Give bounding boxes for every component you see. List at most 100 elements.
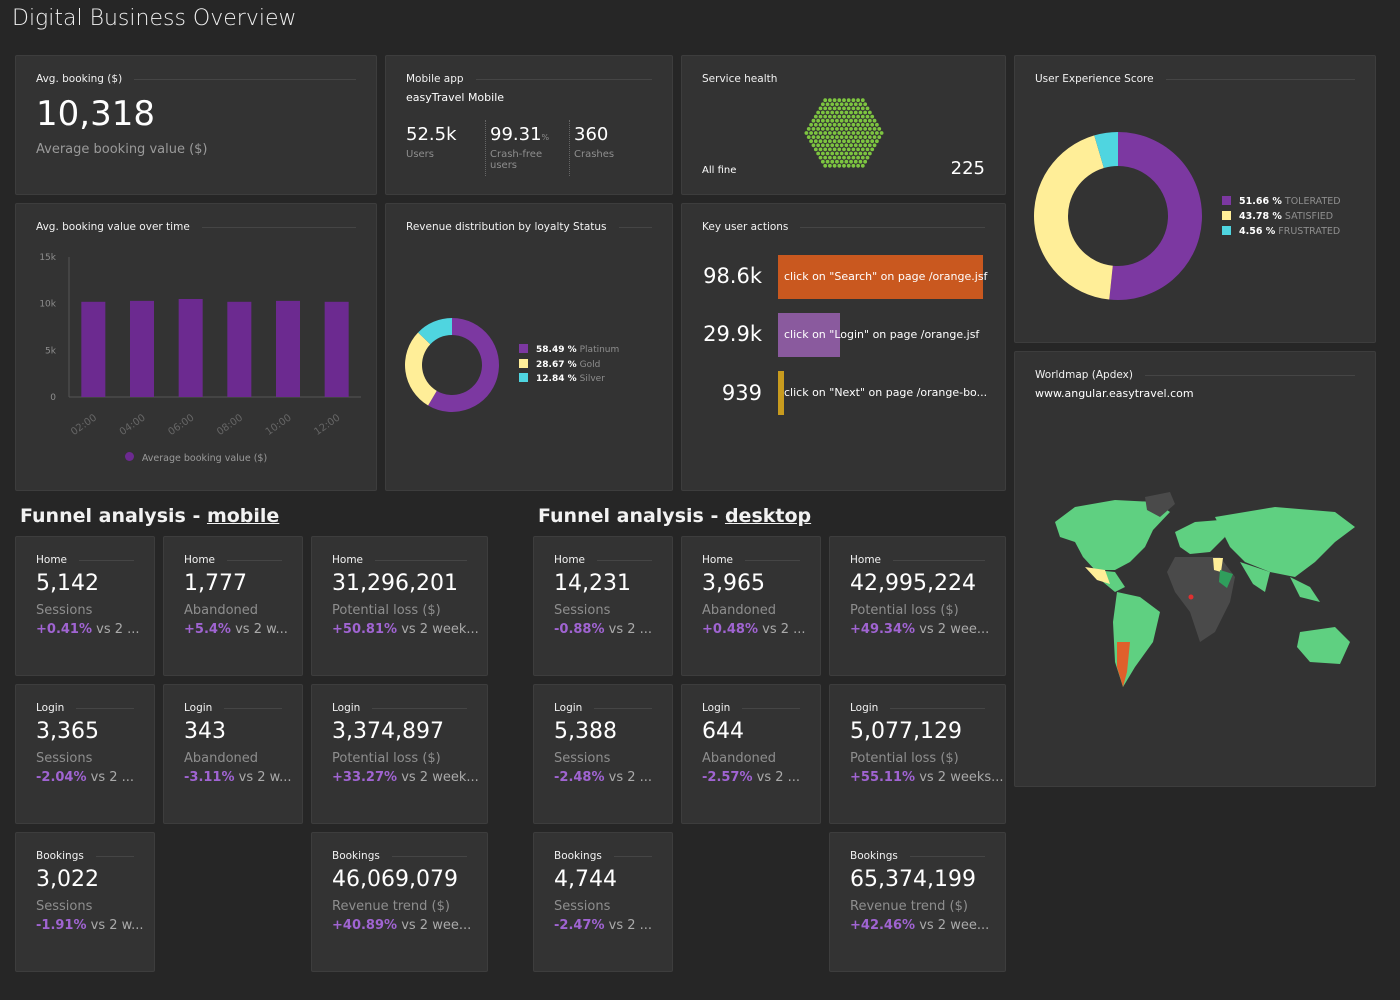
funnel-mobile-heading: Funnel analysis - mobile (20, 505, 280, 527)
users-label: Users (406, 149, 435, 160)
service-dot (844, 151, 849, 156)
service-dot (816, 118, 821, 123)
funnel-tile[interactable]: Login 5,077,129 Potential loss ($) +55.1… (829, 684, 1006, 824)
funnel-tile[interactable]: Home 42,995,224 Potential loss ($) +49.3… (829, 536, 1006, 676)
service-dot (870, 122, 875, 127)
service-dot (865, 131, 870, 135)
service-dot (846, 131, 851, 135)
service-dot (832, 106, 837, 111)
service-dot (804, 131, 809, 135)
funnel-value: 5,077,129 (850, 719, 962, 744)
service-dot (828, 98, 832, 103)
x-tick-label: 02:00 (69, 412, 99, 438)
service-dot (832, 122, 837, 127)
avg-booking-tile[interactable]: Avg. booking ($) 10,318 Average booking … (15, 55, 377, 195)
funnel-value: 644 (702, 719, 744, 744)
service-dot (823, 106, 828, 111)
key-action-search[interactable]: click on "Search" on page /orange.jsf (778, 255, 987, 299)
service-dot (863, 127, 868, 131)
funnel-label: Revenue trend ($) (850, 899, 968, 914)
funnel-tile[interactable]: Bookings 46,069,079 Revenue trend ($) +4… (311, 832, 488, 972)
funnel-tile[interactable]: Login 3,374,897 Potential loss ($) +33.2… (311, 684, 488, 824)
service-dot (825, 135, 830, 139)
service-dot (860, 114, 865, 119)
funnel-step: Home (332, 554, 364, 566)
service-dot (851, 147, 856, 152)
service-dot (858, 159, 863, 164)
funnel-tile[interactable]: Login 5,388 Sessions -2.48% vs 2 ... (533, 684, 673, 824)
service-dot (835, 159, 839, 164)
bar (227, 301, 252, 397)
funnel-mobile-link[interactable]: mobile (207, 505, 279, 527)
x-tick-label: 06:00 (166, 412, 196, 438)
service-dot (860, 163, 865, 168)
legend-item: 58.49 % Platinum (519, 343, 619, 358)
service-dot (879, 131, 884, 135)
funnel-tile[interactable]: Login 644 Abandoned -2.57% vs 2 ... (681, 684, 821, 824)
service-dot (860, 131, 865, 135)
funnel-tile[interactable]: Bookings 65,374,199 Revenue trend ($) +4… (829, 832, 1006, 972)
funnel-step: Bookings (850, 850, 898, 862)
service-dot (825, 151, 830, 156)
ux-score-tile[interactable]: User Experience Score 51.66 % TOLERATED 4… (1014, 55, 1376, 343)
key-user-actions-tile[interactable]: Key user actions 98.6k click on "Search"… (681, 203, 1006, 491)
world-map[interactable] (1035, 492, 1365, 702)
funnel-tile[interactable]: Home 3,965 Abandoned +0.48% vs 2 ... (681, 536, 821, 676)
service-dot (806, 135, 811, 139)
funnel-tile[interactable]: Home 31,296,201 Potential loss ($) +50.8… (311, 536, 488, 676)
service-dot (828, 131, 832, 135)
funnel-desktop-link[interactable]: desktop (725, 505, 811, 527)
funnel-tile[interactable]: Home 5,142 Sessions +0.41% vs 2 ... (15, 536, 155, 676)
funnel-value: 14,231 (554, 571, 631, 596)
service-dot (844, 127, 849, 131)
funnel-tile[interactable]: Bookings 4,744 Sessions -2.47% vs 2 ... (533, 832, 673, 972)
service-dot (820, 110, 825, 115)
service-dot (828, 122, 832, 127)
service-dot (842, 163, 846, 168)
service-dot (837, 106, 842, 111)
service-dot (823, 122, 828, 127)
funnel-tile[interactable]: Login 343 Abandoned -3.11% vs 2 w... (163, 684, 303, 824)
funnel-change: -3.11% vs 2 w... (184, 770, 292, 785)
service-dot (809, 139, 813, 144)
service-dot (851, 106, 856, 111)
revenue-distribution-tile[interactable]: Revenue distribution by loyalty Status 5… (385, 203, 673, 491)
mobile-app-tile[interactable]: Mobile app easyTravel Mobile 52.5k Users… (385, 55, 673, 195)
booking-chart-tile[interactable]: Avg. booking value over time 0 5k 10k 15k 02… (15, 203, 377, 491)
worldmap-tile[interactable]: Worldmap (Apdex) www.angular.easytravel.… (1014, 351, 1376, 787)
avg-booking-label: Average booking value ($) (36, 142, 208, 157)
service-dot (823, 131, 828, 135)
service-dot (837, 122, 842, 127)
funnel-tile[interactable]: Home 14,231 Sessions -0.88% vs 2 ... (533, 536, 673, 676)
tile-title: Service health (702, 73, 778, 85)
service-health-tile[interactable]: Service health All fine 225 (681, 55, 1006, 195)
tile-title: User Experience Score (1035, 73, 1154, 85)
service-dot (835, 127, 839, 131)
key-action-next[interactable]: click on "Next" on page /orange-bo... (778, 371, 987, 415)
service-dot (844, 118, 849, 123)
funnel-value: 42,995,224 (850, 571, 976, 596)
avg-booking-value: 10,318 (36, 94, 155, 134)
funnel-value: 3,365 (36, 719, 99, 744)
bar (81, 301, 106, 397)
funnel-step: Login (702, 702, 731, 714)
funnel-value: 3,965 (702, 571, 765, 596)
service-dot (849, 159, 853, 164)
service-dot (809, 131, 813, 135)
funnel-tile[interactable]: Login 3,365 Sessions -2.04% vs 2 ... (15, 684, 155, 824)
service-dot (835, 118, 839, 123)
funnel-step: Bookings (332, 850, 380, 862)
service-dot (823, 163, 828, 168)
funnel-tile[interactable]: Bookings 3,022 Sessions -1.91% vs 2 w... (15, 832, 155, 972)
funnel-step: Login (36, 702, 65, 714)
funnel-desktop-heading: Funnel analysis - desktop (538, 505, 812, 527)
funnel-tile[interactable]: Home 1,777 Abandoned +5.4% vs 2 w... (163, 536, 303, 676)
x-tick-label: 10:00 (264, 412, 294, 438)
service-dot (837, 114, 842, 119)
funnel-step: Login (332, 702, 361, 714)
service-dot (844, 159, 849, 164)
service-dot (820, 143, 825, 148)
service-dot (851, 98, 856, 103)
key-action-login[interactable]: click on "Login" on page /orange.jsf (778, 313, 979, 357)
service-dot (835, 143, 839, 148)
